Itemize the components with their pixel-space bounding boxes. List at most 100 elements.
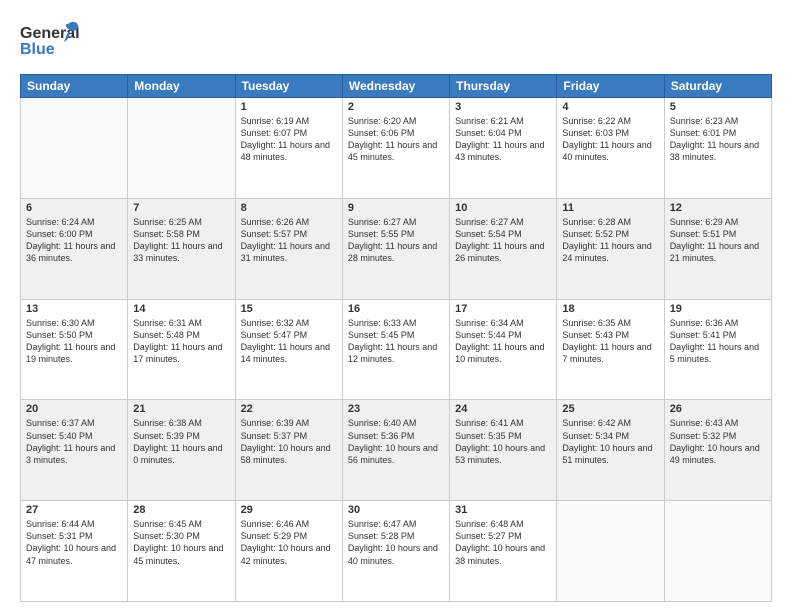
calendar-cell: 6 Sunrise: 6:24 AM Sunset: 6:00 PM Daylig… [21,198,128,299]
day-number: 27 [26,504,122,516]
calendar-day-header: Tuesday [235,75,342,98]
day-info: Sunrise: 6:39 AM Sunset: 5:37 PM Dayligh… [241,417,337,466]
day-number: 9 [348,202,444,214]
day-info: Sunrise: 6:24 AM Sunset: 6:00 PM Dayligh… [26,216,122,265]
day-number: 21 [133,403,229,415]
day-info: Sunrise: 6:45 AM Sunset: 5:30 PM Dayligh… [133,518,229,567]
calendar-cell: 27Sunrise: 6:44 AM Sunset: 5:31 PM Dayli… [21,501,128,602]
calendar-cell: 17Sunrise: 6:34 AM Sunset: 5:44 PM Dayli… [450,299,557,400]
svg-text:Blue: Blue [20,41,55,58]
logo-icon: General Blue [20,16,80,64]
page-header: General Blue [20,16,772,64]
day-number: 5 [670,101,766,113]
day-number: 12 [670,202,766,214]
calendar-cell [664,501,771,602]
day-info: Sunrise: 6:33 AM Sunset: 5:45 PM Dayligh… [348,317,444,366]
calendar-cell [128,98,235,199]
calendar-cell: 16 Sunrise: 6:33 AM Sunset: 5:45 PM Dayli… [342,299,449,400]
calendar-week-row: 27Sunrise: 6:44 AM Sunset: 5:31 PM Dayli… [21,501,772,602]
calendar-cell: 23Sunrise: 6:40 AM Sunset: 5:36 PM Dayli… [342,400,449,501]
day-number: 26 [670,403,766,415]
day-number: 8 [241,202,337,214]
calendar-cell: 7Sunrise: 6:25 AM Sunset: 5:58 PM Daylig… [128,198,235,299]
calendar-cell: 21 Sunrise: 6:38 AM Sunset: 5:39 PM Dayli… [128,400,235,501]
calendar-cell: 15 Sunrise: 6:32 AM Sunset: 5:47 PM Dayli… [235,299,342,400]
day-info: Sunrise: 6:37 AM Sunset: 5:40 PM Dayligh… [26,417,122,466]
calendar-cell: 31 Sunrise: 6:48 AM Sunset: 5:27 PM Dayli… [450,501,557,602]
calendar-cell: 12 Sunrise: 6:29 AM Sunset: 5:51 PM Dayli… [664,198,771,299]
calendar-day-header: Sunday [21,75,128,98]
day-info: Sunrise: 6:19 AM Sunset: 6:07 PM Dayligh… [241,115,337,164]
day-number: 30 [348,504,444,516]
calendar-day-header: Saturday [664,75,771,98]
calendar-cell: 3 Sunrise: 6:21 AM Sunset: 6:04 PM Daylig… [450,98,557,199]
day-number: 4 [562,101,658,113]
calendar-table: SundayMondayTuesdayWednesdayThursdayFrid… [20,74,772,602]
calendar-cell: 26 Sunrise: 6:43 AM Sunset: 5:32 PM Dayli… [664,400,771,501]
day-number: 2 [348,101,444,113]
day-info: Sunrise: 6:36 AM Sunset: 5:41 PM Dayligh… [670,317,766,366]
day-info: Sunrise: 6:34 AM Sunset: 5:44 PM Dayligh… [455,317,551,366]
day-info: Sunrise: 6:35 AM Sunset: 5:43 PM Dayligh… [562,317,658,366]
calendar-day-header: Friday [557,75,664,98]
day-info: Sunrise: 6:22 AM Sunset: 6:03 PM Dayligh… [562,115,658,164]
calendar-cell: 10Sunrise: 6:27 AM Sunset: 5:54 PM Dayli… [450,198,557,299]
calendar-cell: 1 Sunrise: 6:19 AM Sunset: 6:07 PM Daylig… [235,98,342,199]
calendar-cell: 20 Sunrise: 6:37 AM Sunset: 5:40 PM Dayli… [21,400,128,501]
calendar-week-row: 13Sunrise: 6:30 AM Sunset: 5:50 PM Dayli… [21,299,772,400]
day-info: Sunrise: 6:28 AM Sunset: 5:52 PM Dayligh… [562,216,658,265]
calendar-cell: 9 Sunrise: 6:27 AM Sunset: 5:55 PM Daylig… [342,198,449,299]
calendar-cell: 29 Sunrise: 6:46 AM Sunset: 5:29 PM Dayli… [235,501,342,602]
calendar-cell: 19Sunrise: 6:36 AM Sunset: 5:41 PM Dayli… [664,299,771,400]
calendar-cell: 25Sunrise: 6:42 AM Sunset: 5:34 PM Dayli… [557,400,664,501]
day-number: 20 [26,403,122,415]
day-info: Sunrise: 6:32 AM Sunset: 5:47 PM Dayligh… [241,317,337,366]
day-info: Sunrise: 6:26 AM Sunset: 5:57 PM Dayligh… [241,216,337,265]
day-info: Sunrise: 6:23 AM Sunset: 6:01 PM Dayligh… [670,115,766,164]
day-number: 3 [455,101,551,113]
calendar-cell: 18Sunrise: 6:35 AM Sunset: 5:43 PM Dayli… [557,299,664,400]
day-number: 29 [241,504,337,516]
day-number: 13 [26,303,122,315]
calendar-cell: 24 Sunrise: 6:41 AM Sunset: 5:35 PM Dayli… [450,400,557,501]
day-number: 22 [241,403,337,415]
calendar-cell: 11 Sunrise: 6:28 AM Sunset: 5:52 PM Dayli… [557,198,664,299]
calendar-cell [21,98,128,199]
day-number: 16 [348,303,444,315]
day-number: 11 [562,202,658,214]
calendar-week-row: 1 Sunrise: 6:19 AM Sunset: 6:07 PM Daylig… [21,98,772,199]
calendar-cell: 14Sunrise: 6:31 AM Sunset: 5:48 PM Dayli… [128,299,235,400]
day-info: Sunrise: 6:20 AM Sunset: 6:06 PM Dayligh… [348,115,444,164]
day-info: Sunrise: 6:29 AM Sunset: 5:51 PM Dayligh… [670,216,766,265]
day-info: Sunrise: 6:40 AM Sunset: 5:36 PM Dayligh… [348,417,444,466]
calendar-cell: 2 Sunrise: 6:20 AM Sunset: 6:06 PM Daylig… [342,98,449,199]
day-number: 31 [455,504,551,516]
calendar-cell: 30 Sunrise: 6:47 AM Sunset: 5:28 PM Dayli… [342,501,449,602]
day-number: 14 [133,303,229,315]
calendar-week-row: 20 Sunrise: 6:37 AM Sunset: 5:40 PM Dayli… [21,400,772,501]
calendar-week-row: 6 Sunrise: 6:24 AM Sunset: 6:00 PM Daylig… [21,198,772,299]
day-number: 6 [26,202,122,214]
calendar-day-header: Wednesday [342,75,449,98]
day-info: Sunrise: 6:25 AM Sunset: 5:58 PM Dayligh… [133,216,229,265]
day-info: Sunrise: 6:42 AM Sunset: 5:34 PM Dayligh… [562,417,658,466]
calendar-body: 1 Sunrise: 6:19 AM Sunset: 6:07 PM Daylig… [21,98,772,602]
day-info: Sunrise: 6:46 AM Sunset: 5:29 PM Dayligh… [241,518,337,567]
calendar-cell: 13Sunrise: 6:30 AM Sunset: 5:50 PM Dayli… [21,299,128,400]
calendar-cell: 5 Sunrise: 6:23 AM Sunset: 6:01 PM Daylig… [664,98,771,199]
day-info: Sunrise: 6:38 AM Sunset: 5:39 PM Dayligh… [133,417,229,466]
day-info: Sunrise: 6:48 AM Sunset: 5:27 PM Dayligh… [455,518,551,567]
day-number: 1 [241,101,337,113]
day-number: 24 [455,403,551,415]
calendar-day-header: Monday [128,75,235,98]
day-info: Sunrise: 6:21 AM Sunset: 6:04 PM Dayligh… [455,115,551,164]
day-info: Sunrise: 6:41 AM Sunset: 5:35 PM Dayligh… [455,417,551,466]
calendar-cell: 8 Sunrise: 6:26 AM Sunset: 5:57 PM Daylig… [235,198,342,299]
calendar-cell: 4 Sunrise: 6:22 AM Sunset: 6:03 PM Daylig… [557,98,664,199]
day-info: Sunrise: 6:27 AM Sunset: 5:55 PM Dayligh… [348,216,444,265]
day-number: 10 [455,202,551,214]
day-number: 28 [133,504,229,516]
day-info: Sunrise: 6:43 AM Sunset: 5:32 PM Dayligh… [670,417,766,466]
day-number: 15 [241,303,337,315]
day-info: Sunrise: 6:47 AM Sunset: 5:28 PM Dayligh… [348,518,444,567]
